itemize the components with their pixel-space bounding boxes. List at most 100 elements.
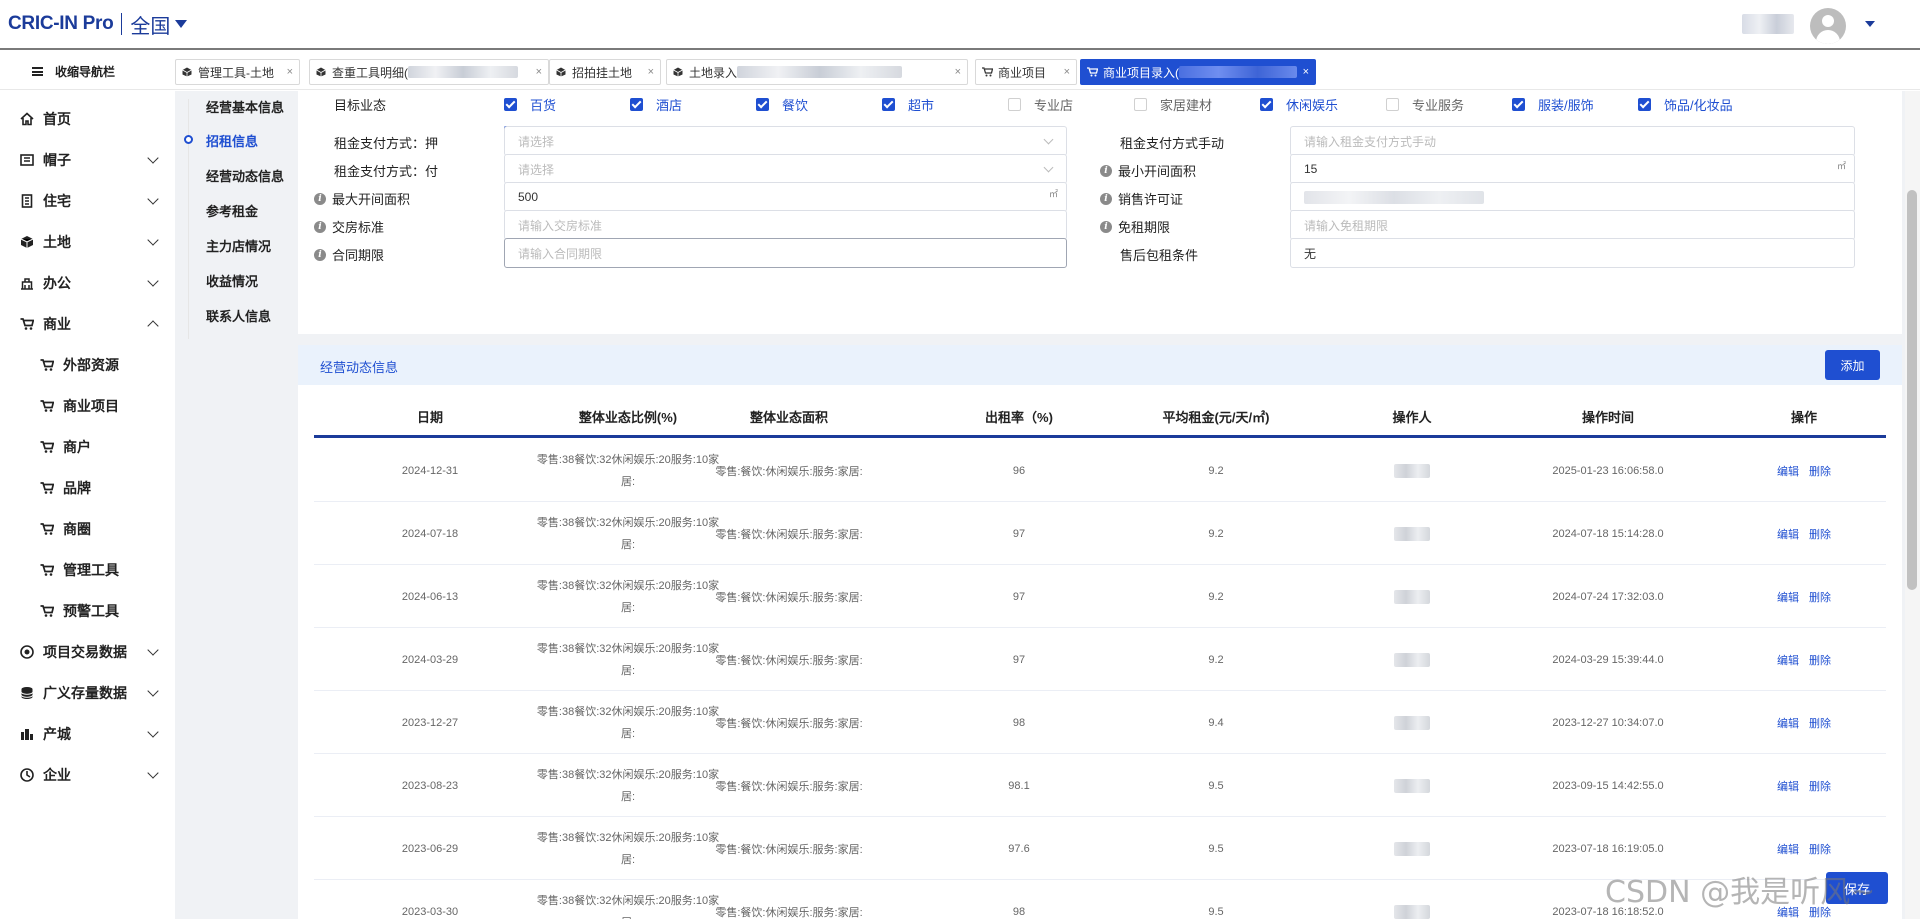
info-icon[interactable]: i [1100, 164, 1112, 177]
sidebar-item[interactable]: 广义存量数据 [0, 681, 175, 705]
sidebar-item[interactable]: 管理工具 [0, 558, 175, 582]
close-icon[interactable]: × [1297, 66, 1309, 78]
checkbox-checked-icon[interactable] [1512, 98, 1525, 111]
delete-link[interactable]: 删除 [1809, 526, 1831, 542]
checkbox-checked-icon[interactable] [630, 98, 643, 111]
checkbox-unchecked-icon[interactable] [1134, 98, 1147, 111]
edit-link[interactable]: 编辑 [1777, 715, 1799, 731]
add-button[interactable]: 添加 [1825, 350, 1880, 380]
close-icon[interactable]: × [1058, 66, 1070, 78]
sidebar-item[interactable]: 商业 [0, 312, 175, 336]
edit-link[interactable]: 编辑 [1777, 652, 1799, 668]
checkbox-checked-icon[interactable] [756, 98, 769, 111]
close-icon[interactable]: × [530, 66, 542, 78]
column-header[interactable]: 平均租金(元/天/㎡) [1163, 407, 1270, 426]
info-icon[interactable]: i [314, 220, 326, 233]
contract-input[interactable]: 请输入合同期限 [504, 238, 1067, 268]
avatar[interactable] [1810, 8, 1846, 44]
scrollbar-thumb[interactable] [1907, 190, 1917, 590]
delete-link[interactable]: 删除 [1809, 778, 1831, 794]
manual-payment-input[interactable]: 请输入租金支付方式手动 [1290, 126, 1855, 156]
tab-item[interactable]: 招拍挂土地 × [549, 59, 661, 85]
region-selector[interactable]: 全国 [130, 10, 170, 39]
column-header[interactable]: 日期 [417, 407, 443, 426]
format-checkbox[interactable]: 饰品/化妆品 [1638, 95, 1733, 114]
format-checkbox[interactable]: 服装/服饰 [1512, 95, 1594, 114]
delete-link[interactable]: 删除 [1809, 652, 1831, 668]
edit-link[interactable]: 编辑 [1777, 778, 1799, 794]
close-icon[interactable]: × [949, 66, 961, 78]
sidebar-item[interactable]: 商圈 [0, 517, 175, 541]
info-icon[interactable]: i [1100, 192, 1112, 205]
sidebar-item[interactable]: 首页 [0, 107, 175, 131]
format-checkbox[interactable]: 专业店 [1008, 95, 1073, 114]
column-header[interactable]: 操作 [1791, 407, 1817, 426]
deposit-select[interactable]: 请选择 [504, 126, 1067, 156]
format-checkbox[interactable]: 超市 [882, 95, 934, 114]
tab-item[interactable]: 土地录入 × [666, 59, 968, 85]
sidebar-item[interactable]: 帽子 [0, 148, 175, 172]
column-header[interactable]: 整体业态面积 [750, 407, 828, 426]
sidebar-item[interactable]: 品牌 [0, 476, 175, 500]
checkbox-checked-icon[interactable] [882, 98, 895, 111]
column-header[interactable]: 出租率（%) [985, 407, 1053, 426]
close-icon[interactable]: × [642, 66, 654, 78]
sidebar-item[interactable]: 商户 [0, 435, 175, 459]
delete-link[interactable]: 删除 [1809, 589, 1831, 605]
user-menu-caret-icon[interactable] [1865, 21, 1875, 27]
anchor-nav-item[interactable]: 主力店情况 [206, 236, 271, 255]
format-checkbox[interactable]: 专业服务 [1386, 95, 1464, 114]
delete-link[interactable]: 删除 [1809, 463, 1831, 479]
sidebar-item[interactable]: 企业 [0, 763, 175, 787]
checkbox-checked-icon[interactable] [1260, 98, 1273, 111]
format-checkbox[interactable]: 休闲娱乐 [1260, 95, 1338, 114]
anchor-nav-item[interactable]: 联系人信息 [206, 306, 271, 325]
pay-select[interactable]: 请选择 [504, 154, 1067, 184]
edit-link[interactable]: 编辑 [1777, 463, 1799, 479]
info-icon[interactable]: i [314, 192, 326, 205]
tab-item[interactable]: 商业项目录入(× [1080, 59, 1316, 85]
info-icon[interactable]: i [314, 248, 326, 261]
close-icon[interactable]: × [281, 66, 293, 78]
column-header[interactable]: 操作人 [1392, 407, 1431, 426]
anchor-nav-item[interactable]: 收益情况 [206, 271, 258, 290]
delete-link[interactable]: 删除 [1809, 841, 1831, 857]
column-header[interactable]: 操作时间 [1582, 407, 1634, 426]
sidebar-item[interactable]: 商业项目 [0, 394, 175, 418]
tab-item[interactable]: 查重工具明细(× [309, 59, 549, 85]
checkbox-checked-icon[interactable] [504, 98, 517, 111]
sales-license-input[interactable] [1290, 182, 1855, 212]
collapse-nav-button[interactable]: 收缩导航栏 [0, 52, 175, 90]
sidebar-item[interactable]: 产城 [0, 722, 175, 746]
app-logo[interactable]: CRIC-IN Pro [8, 13, 114, 35]
format-checkbox[interactable]: 百货 [504, 95, 556, 114]
sidebar-item[interactable]: 办公 [0, 271, 175, 295]
anchor-nav-item[interactable]: 参考租金 [206, 201, 258, 220]
anchor-nav-item[interactable]: 经营基本信息 [206, 97, 284, 116]
anchor-nav-item[interactable]: 招租信息 [206, 131, 258, 150]
info-icon[interactable]: i [1100, 220, 1112, 233]
format-checkbox[interactable]: 酒店 [630, 95, 682, 114]
anchor-nav-item[interactable]: 经营动态信息 [206, 166, 284, 185]
sidebar-item[interactable]: 项目交易数据 [0, 640, 175, 664]
checkbox-unchecked-icon[interactable] [1008, 98, 1021, 111]
edit-link[interactable]: 编辑 [1777, 589, 1799, 605]
edit-link[interactable]: 编辑 [1777, 841, 1799, 857]
delete-link[interactable]: 删除 [1809, 715, 1831, 731]
rent-free-input[interactable]: 请输入免租期限 [1290, 210, 1855, 240]
column-header[interactable]: 整体业态比例(%) [579, 407, 677, 426]
sidebar-item[interactable]: 土地 [0, 230, 175, 254]
checkbox-unchecked-icon[interactable] [1386, 98, 1399, 111]
max-area-input[interactable]: 500 ㎡ [504, 182, 1067, 212]
sidebar-item[interactable]: 外部资源 [0, 353, 175, 377]
sidebar-item[interactable]: 住宅 [0, 189, 175, 213]
tab-item[interactable]: 商业项目 × [975, 59, 1077, 85]
aftersale-input[interactable]: 无 [1290, 238, 1855, 268]
sidebar-item[interactable]: 预警工具 [0, 599, 175, 623]
edit-link[interactable]: 编辑 [1777, 526, 1799, 542]
min-area-input[interactable]: 15 ㎡ [1290, 154, 1855, 184]
tab-item[interactable]: 管理工具-土地 × [175, 59, 300, 85]
checkbox-checked-icon[interactable] [1638, 98, 1651, 111]
format-checkbox[interactable]: 餐饮 [756, 95, 808, 114]
handover-input[interactable]: 请输入交房标准 [504, 210, 1067, 240]
